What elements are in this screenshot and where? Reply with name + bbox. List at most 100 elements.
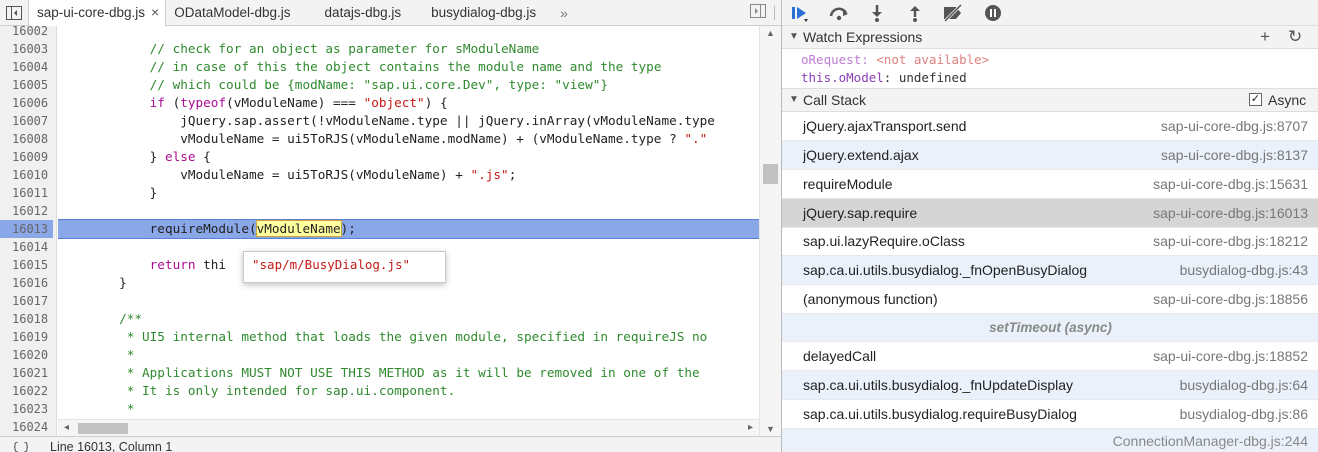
code-line: } else { — [58, 149, 211, 164]
frame-location[interactable]: busydialog-dbg.js:43 — [1180, 262, 1308, 278]
line-number[interactable]: 16020 — [0, 346, 53, 364]
line-number[interactable]: 16024 — [0, 418, 53, 436]
line-number[interactable]: 16011 — [0, 184, 53, 202]
frame-function: requireModule — [803, 176, 893, 192]
horizontal-scrollbar[interactable]: ◂ ▸ — [58, 419, 759, 436]
file-tab-bar: sap-ui-core-dbg.js × ODataModel-dbg.js da… — [0, 0, 781, 26]
line-number[interactable]: 16006 — [0, 94, 53, 112]
line-number[interactable]: 16019 — [0, 328, 53, 346]
watch-expressions-header[interactable]: ▼ Watch Expressions + ↻ — [782, 25, 1318, 49]
line-number[interactable]: 16002 — [0, 26, 53, 40]
line-number[interactable]: 16007 — [0, 112, 53, 130]
section-title: Call Stack — [803, 92, 867, 108]
frame-location[interactable]: sap-ui-core-dbg.js:18856 — [1153, 291, 1308, 307]
async-checkbox[interactable]: ✓ — [1249, 93, 1262, 106]
code-editor[interactable]: 16002 16003 16004 16005 16006 16007 16008 16009… — [0, 26, 781, 436]
line-number[interactable]: 16022 — [0, 382, 53, 400]
line-number[interactable]: 16010 — [0, 166, 53, 184]
line-number[interactable]: 16018 — [0, 310, 53, 328]
line-number[interactable]: 16014 — [0, 238, 53, 256]
watch-value: <not available> — [876, 52, 990, 67]
line-number[interactable]: 16016 — [0, 274, 53, 292]
line-number[interactable]: 16008 — [0, 130, 53, 148]
pause-on-exceptions-icon[interactable] — [980, 1, 1006, 25]
call-frame[interactable]: sap.ca.ui.utils.busydialog.requireBusyDi… — [782, 400, 1318, 429]
line-number[interactable]: 16021 — [0, 364, 53, 382]
deactivate-breakpoints-icon[interactable] — [940, 1, 966, 25]
line-number[interactable]: 16015 — [0, 256, 53, 274]
refresh-icon[interactable]: ↻ — [1288, 26, 1302, 48]
scroll-down-icon[interactable]: ▼ — [766, 424, 775, 434]
code-line: if (typeof(vModuleName) === "object") { — [149, 95, 448, 110]
code-line: return thi — [149, 257, 227, 272]
line-number[interactable]: 16003 — [0, 40, 53, 58]
tab-odatamodel[interactable]: ODataModel-dbg.js — [166, 0, 302, 25]
scrollbar-thumb[interactable] — [763, 164, 778, 184]
sources-panel: sap-ui-core-dbg.js × ODataModel-dbg.js da… — [0, 0, 781, 452]
frame-function: sap.ca.ui.utils.busydialog.requireBusyDi… — [803, 406, 1077, 422]
line-number[interactable]: 16005 — [0, 76, 53, 94]
scroll-left-icon[interactable]: ◂ — [64, 422, 69, 433]
call-frame[interactable]: jQuery.ajaxTransport.send sap-ui-core-db… — [782, 112, 1318, 141]
call-frame[interactable]: delayedCall sap-ui-core-dbg.js:18852 — [782, 342, 1318, 371]
watch-item[interactable]: this.oModel: undefined — [801, 70, 967, 85]
line-number[interactable]: 16013 — [0, 220, 53, 238]
line-number[interactable]: 16012 — [0, 202, 53, 220]
call-frame[interactable]: sap.ca.ui.utils.busydialog._fnOpenBusyDi… — [782, 256, 1318, 285]
call-frame[interactable]: sap.ca.ui.utils.busydialog._fnUpdateDisp… — [782, 371, 1318, 400]
frame-location[interactable]: sap-ui-core-dbg.js:8137 — [1161, 147, 1308, 163]
code-line: jQuery.sap.assert(!vModuleName.type || j… — [58, 113, 715, 128]
line-number[interactable]: 16004 — [0, 58, 53, 76]
hovered-token[interactable]: vModuleName — [255, 220, 342, 237]
expand-triangle-icon[interactable]: ▼ — [789, 89, 799, 111]
line-number[interactable]: 16017 — [0, 292, 53, 310]
add-expression-icon[interactable]: + — [1260, 26, 1270, 48]
frame-function: jQuery.ajaxTransport.send — [803, 118, 967, 134]
call-frame[interactable]: sap.ui.lazyRequire.oClass sap-ui-core-db… — [782, 227, 1318, 256]
code-line: * UI5 internal method that loads the giv… — [126, 329, 708, 344]
tab-busydialog[interactable]: busydialog-dbg.js — [413, 0, 548, 25]
frame-location[interactable]: sap-ui-core-dbg.js:18212 — [1153, 233, 1308, 249]
call-frame[interactable]: requireModule sap-ui-core-dbg.js:15631 — [782, 170, 1318, 199]
braces-icon[interactable] — [13, 440, 29, 452]
code-line: * — [126, 347, 135, 362]
frame-location[interactable]: busydialog-dbg.js:86 — [1180, 406, 1308, 422]
vertical-scrollbar[interactable]: ▲ ▼ — [759, 26, 781, 436]
scrollbar-thumb[interactable] — [78, 423, 128, 434]
cursor-position: Line 16013, Column 1 — [50, 440, 173, 452]
frame-location[interactable]: sap-ui-core-dbg.js:18852 — [1153, 348, 1308, 364]
step-out-icon[interactable] — [902, 1, 928, 25]
call-frame-selected[interactable]: jQuery.sap.require sap-ui-core-dbg.js:16… — [782, 199, 1318, 228]
more-tabs-icon[interactable]: » — [554, 5, 574, 21]
status-bar: Line 16013, Column 1 — [0, 436, 781, 452]
watch-item[interactable]: oRequest: <not available> — [801, 52, 989, 67]
tab-sap-ui-core[interactable]: sap-ui-core-dbg.js × — [28, 0, 167, 26]
step-over-icon[interactable] — [826, 1, 852, 25]
scroll-right-icon[interactable]: ▸ — [748, 422, 753, 433]
navigator-toggle-icon[interactable] — [0, 0, 28, 25]
watch-name: oRequest — [801, 52, 862, 67]
close-icon[interactable]: × — [151, 4, 159, 20]
frame-function: jQuery.sap.require — [803, 205, 918, 221]
toggle-debugger-sidebar-icon[interactable] — [750, 4, 766, 21]
scroll-up-icon[interactable]: ▲ — [766, 28, 775, 38]
current-execution-line: requireModule(vModuleName); — [58, 219, 759, 239]
code-area[interactable]: // check for an object as parameter for … — [58, 26, 759, 436]
call-frame[interactable]: ConnectionManager-dbg.js:244 — [782, 429, 1318, 452]
frame-function: (anonymous function) — [803, 291, 938, 307]
frame-location[interactable]: busydialog-dbg.js:64 — [1180, 377, 1308, 393]
frame-location[interactable]: ConnectionManager-dbg.js:244 — [1113, 433, 1308, 449]
call-frame[interactable]: jQuery.extend.ajax sap-ui-core-dbg.js:81… — [782, 141, 1318, 170]
line-gutter[interactable]: 16002 16003 16004 16005 16006 16007 16008 16009… — [0, 26, 57, 436]
frame-location[interactable]: sap-ui-core-dbg.js:16013 — [1153, 205, 1308, 221]
tab-datajs[interactable]: datajs-dbg.js — [303, 0, 414, 25]
frame-location[interactable]: sap-ui-core-dbg.js:8707 — [1161, 118, 1308, 134]
expand-triangle-icon[interactable]: ▼ — [789, 26, 799, 48]
step-into-icon[interactable] — [864, 1, 890, 25]
call-stack-header[interactable]: ▼ Call Stack ✓ Async — [782, 88, 1318, 112]
line-number[interactable]: 16009 — [0, 148, 53, 166]
line-number[interactable]: 16023 — [0, 400, 53, 418]
frame-location[interactable]: sap-ui-core-dbg.js:15631 — [1153, 176, 1308, 192]
resume-icon[interactable] — [787, 1, 813, 25]
call-frame[interactable]: (anonymous function) sap-ui-core-dbg.js:… — [782, 285, 1318, 314]
